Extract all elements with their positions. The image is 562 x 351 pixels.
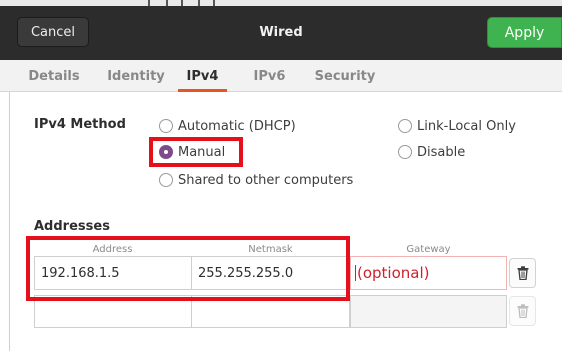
radio-icon	[398, 119, 412, 133]
apply-button[interactable]: Apply	[487, 17, 562, 48]
delete-row-button[interactable]	[509, 258, 536, 288]
gateway-field[interactable]	[350, 295, 507, 328]
radio-link-local[interactable]: Link-Local Only	[398, 116, 516, 136]
active-tab-indicator	[178, 89, 227, 92]
radio-icon	[159, 173, 173, 187]
highlight-box-address-netmask	[26, 236, 350, 301]
radio-automatic-dhcp-label: Automatic (DHCP)	[178, 118, 296, 134]
trash-icon	[517, 266, 528, 280]
radio-disable-label: Disable	[417, 144, 466, 160]
radio-icon	[398, 145, 412, 159]
cancel-button[interactable]: Cancel	[17, 17, 89, 47]
tab-ipv6[interactable]: IPv6	[247, 60, 292, 92]
column-header-gateway: Gateway	[406, 244, 451, 255]
panel-edge	[9, 92, 10, 351]
radio-icon	[159, 119, 173, 133]
gateway-placeholder: (optional)	[357, 264, 430, 282]
gateway-field[interactable]: (optional)	[350, 256, 507, 290]
radio-shared[interactable]: Shared to other computers	[159, 170, 353, 190]
delete-row-button[interactable]	[509, 296, 536, 326]
text-cursor	[355, 265, 356, 281]
window-title: Wired	[259, 24, 303, 40]
tab-identity[interactable]: Identity	[101, 60, 171, 92]
radio-link-local-label: Link-Local Only	[417, 118, 516, 134]
ipv4-method-label: IPv4 Method	[34, 117, 126, 132]
addresses-label: Addresses	[34, 219, 110, 234]
tab-security[interactable]: Security	[310, 60, 380, 92]
trash-icon	[517, 304, 528, 318]
highlight-box-manual	[149, 137, 243, 167]
radio-disable[interactable]: Disable	[398, 142, 465, 162]
tab-ipv4[interactable]: IPv4	[178, 60, 227, 92]
tab-details[interactable]: Details	[24, 60, 84, 92]
radio-automatic-dhcp[interactable]: Automatic (DHCP)	[159, 116, 296, 136]
radio-shared-label: Shared to other computers	[178, 172, 354, 188]
